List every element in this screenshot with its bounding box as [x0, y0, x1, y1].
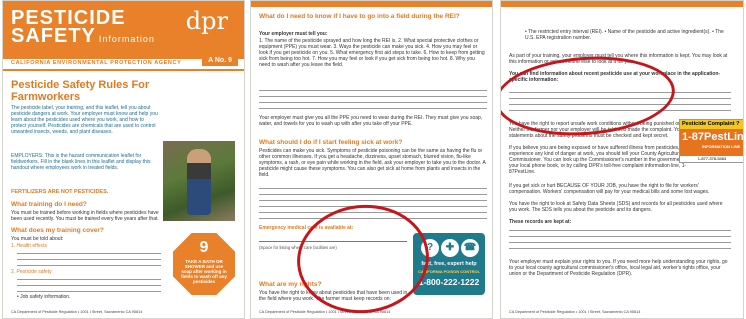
pestline-header: Pesticide Complaint ?: [680, 120, 743, 129]
farmworker-figure: [187, 149, 211, 215]
records-location-lines: [509, 227, 731, 251]
sick-text: Pesticides can make you sick. Symptoms o…: [259, 148, 486, 178]
banner: PESTICIDE SAFETY Information dpr: [3, 1, 244, 59]
agency-name: CALIFORNIA ENVIRONMENTAL PROTECTION AGEN…: [11, 60, 182, 66]
sick-heading: What should I do if I start feeling sick…: [259, 139, 403, 146]
rei-heading: What do I need to know if I have to go i…: [259, 13, 460, 20]
page-1: PESTICIDE SAFETY Information dpr CALIFORN…: [2, 0, 245, 319]
page-2: What do I need to know if I have to go i…: [250, 0, 493, 319]
training-text: You must be trained before working in fi…: [11, 210, 159, 222]
covers-heading: What does my training cover?: [11, 227, 104, 234]
page-title: Pesticide Safety Rules For Farmworkers: [11, 79, 150, 103]
pestline-badge: Pesticide Complaint ? 1-87PestLine INFOR…: [679, 119, 744, 163]
farmworker-photo: [163, 141, 235, 221]
bottom-text: Your employer must explain your rights t…: [509, 259, 728, 277]
covers-text: You must be told about:: [11, 236, 64, 242]
records-location-label: These records are kept at:: [509, 219, 572, 225]
pestline-phone: 1-877-378-5463: [697, 156, 727, 161]
covers-item-safety: 2. Pesticide safety: [11, 269, 52, 275]
rei-after-text: Your employer must give you all the PPE …: [259, 115, 483, 127]
employers-text: EMPLOYERS: This is the hazard communicat…: [11, 153, 151, 171]
page-footer: CA Department of Pesticide Regulation • …: [509, 310, 641, 314]
report-text: If you believe you are being exposed or …: [509, 145, 705, 175]
series-number: A No. 9: [202, 55, 238, 66]
top-rule: [501, 1, 743, 7]
stop-sign-text: TAKE A BATH OR SHOWER and use soap after…: [181, 259, 227, 284]
records-bullets: • The restricted entry interval (REI). •…: [525, 29, 724, 41]
intro-text: The pesticide label, your training, and …: [11, 105, 158, 135]
training-heading: What training do I need?: [11, 201, 87, 208]
top-rule: [251, 1, 492, 7]
sds-text: You have the right to look at Safety Dat…: [509, 201, 723, 213]
poison-control-icon-2: ✚: [441, 239, 459, 257]
covers-item-health: 1. Health effects: [11, 243, 48, 249]
banner-title-line2: SAFETY Information: [11, 25, 155, 48]
banner-title-safety: SAFETY: [11, 25, 96, 47]
fertilizers-note: FERTILIZERS ARE NOT PESTICIDES.: [11, 189, 109, 195]
pestline-name: 1-87PestLine: [682, 131, 744, 143]
banner-title-suffix: Information: [98, 34, 155, 44]
covers-item-health-lines: [17, 250, 161, 268]
rei-subheading: Your employer must tell you:: [259, 31, 328, 37]
agency-bar: CALIFORNIA ENVIRONMENTAL PROTECTION AGEN…: [3, 55, 244, 71]
rei-list: 1. The name of the pesticide sprayed and…: [259, 38, 485, 68]
dpr-logo: dpr: [185, 7, 228, 35]
poison-control-phone: 1-800-222-1222: [418, 277, 480, 287]
page-3: • The restricted entry interval (REI). •…: [500, 0, 744, 319]
poison-control-icon-3: ☎: [461, 239, 479, 257]
covers-item-jobsafety: • Job safety information.: [17, 294, 71, 300]
pestline-subtitle: INFORMATION LINE: [702, 144, 741, 149]
stop-sign-number: 9: [199, 239, 209, 256]
rei-list-lines: [259, 87, 487, 111]
page-footer: CA Department of Pesticide Regulation • …: [11, 310, 143, 314]
stop-sign-badge: 9 TAKE A BATH OR SHOWER and use soap aft…: [173, 233, 235, 295]
covers-item-safety-lines: [17, 276, 161, 294]
compensation-text: If you get sick or hurt BECAUSE OF YOUR …: [509, 183, 710, 195]
